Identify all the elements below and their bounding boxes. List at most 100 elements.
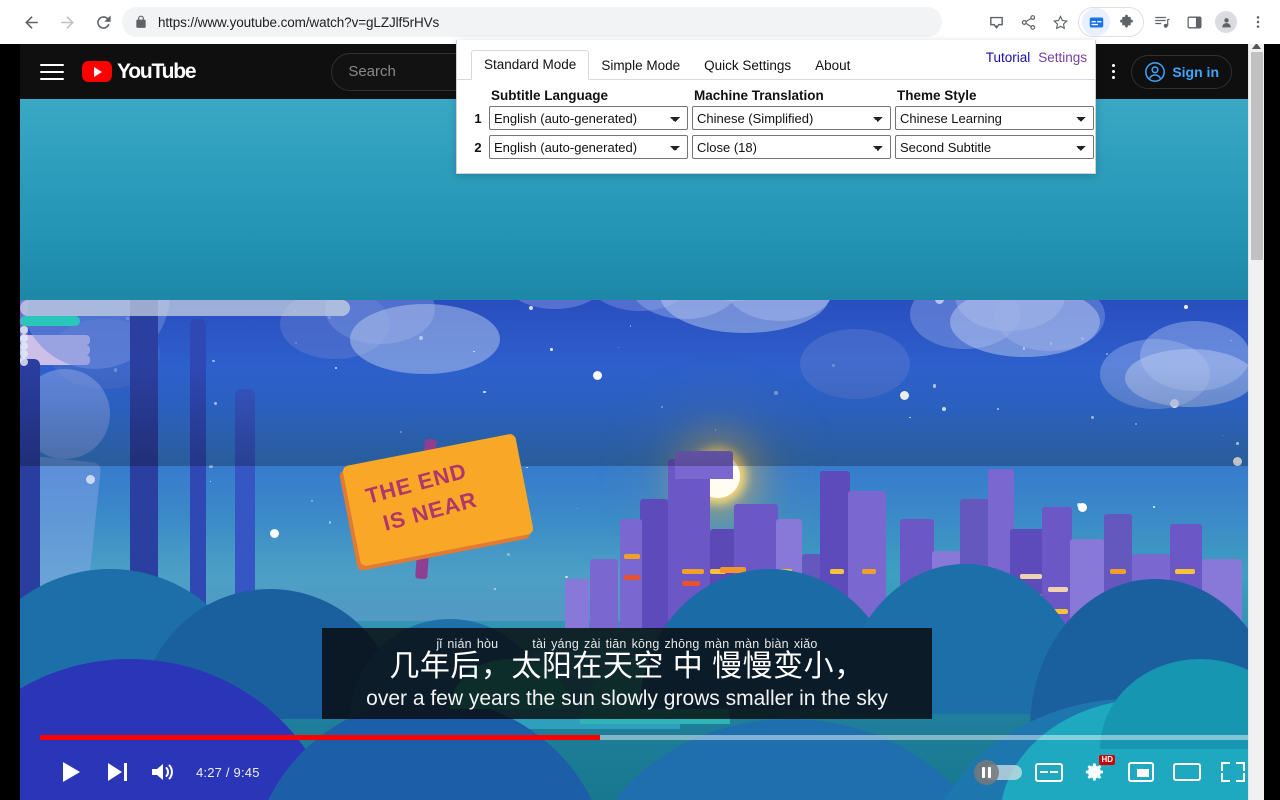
guide-menu-button[interactable] — [40, 63, 64, 80]
toggle-knob-pause-icon — [974, 760, 999, 785]
fullscreen-button[interactable] — [1210, 749, 1248, 795]
dual-subtitle-overlay: jǐ nián hòu tài yáng zài tiān kōng zhōng màn màn bi… — [322, 628, 932, 719]
page-scrollbar[interactable] — [1248, 40, 1264, 800]
hamburger-line — [40, 63, 64, 66]
dual-subtitle-toggle[interactable] — [974, 759, 1026, 785]
panel-tab-standard-mode[interactable]: Standard Mode — [471, 50, 590, 80]
back-arrow-icon — [24, 15, 38, 29]
profile-button[interactable] — [1212, 8, 1240, 36]
bokeh-dot — [20, 326, 28, 334]
subtitle-english-line: over a few years the sun slowly grows sm… — [366, 686, 888, 710]
install-app-icon — [989, 16, 1003, 29]
subtitle-language-select-1[interactable]: English (auto-generated)Close (18) — [489, 106, 688, 130]
theater-mode-button[interactable] — [1164, 749, 1210, 795]
progress-played — [40, 735, 600, 740]
side-panel-button[interactable] — [1180, 8, 1208, 36]
video-player-stage[interactable]: THE END IS NEAR jǐ nián hòu tài yáng zài tiān k… — [20, 99, 1248, 800]
bokeh-dot — [20, 350, 28, 358]
theme-style-select-2[interactable]: Chinese LearningSecond Subtitle — [895, 135, 1094, 159]
next-icon — [107, 763, 127, 781]
scrollbar-thumb[interactable] — [1251, 52, 1263, 260]
volume-button[interactable] — [140, 749, 186, 795]
cc-icon — [1035, 762, 1063, 782]
media-queue-button[interactable] — [1148, 8, 1176, 36]
panel-rows: 1English (auto-generated)Close (18)Chine… — [467, 106, 1094, 159]
row-index: 2 — [474, 139, 482, 155]
address-bar[interactable]: https://www.youtube.com/watch?v=gLZJlf5r… — [122, 7, 942, 37]
back-button[interactable] — [16, 7, 46, 37]
controls-scrim — [20, 366, 1248, 466]
youtube-logo[interactable]: YouTube — [82, 59, 197, 84]
bokeh-dot — [20, 342, 28, 350]
miniplayer-icon — [1128, 762, 1154, 782]
toolbar-actions — [982, 0, 1272, 44]
share-icon — [1021, 14, 1035, 30]
subtitle-row: 2English (auto-generated)Close (18)Chine… — [467, 135, 1094, 159]
bokeh-dot — [20, 358, 28, 366]
kebab-menu-icon — [1256, 16, 1260, 28]
masthead-right: Sign in — [1101, 54, 1248, 89]
subtitle-extension-icon — [1089, 17, 1103, 27]
panel-column-headers: Subtitle Language Machine Translation Th… — [467, 88, 1085, 106]
youtube-play-icon — [82, 61, 112, 82]
the-end-is-near-sign: THE END IS NEAR — [341, 433, 535, 580]
window-right-edge — [1264, 0, 1280, 800]
panel-links: Tutorial Settings — [986, 50, 1087, 65]
subtitle-row: 1English (auto-generated)Close (18)Chine… — [467, 106, 1094, 130]
reload-button[interactable] — [88, 7, 118, 37]
panel-link-settings[interactable]: Settings — [1038, 50, 1087, 65]
time-display: 4:27 / 9:45 — [196, 764, 260, 780]
water-streak — [20, 316, 80, 326]
player-control-bar: 4:27 / 9:45 HD — [40, 744, 1248, 800]
sign-in-label: Sign in — [1172, 63, 1219, 80]
miniplayer-button[interactable] — [1118, 749, 1164, 795]
col-theme-style: Theme Style — [895, 88, 1098, 106]
next-video-button[interactable] — [94, 749, 140, 795]
theater-icon — [1173, 763, 1201, 781]
profile-avatar-icon — [1215, 11, 1237, 33]
bookmark-button[interactable] — [1046, 8, 1074, 36]
play-icon — [62, 762, 80, 782]
panel-link-tutorial[interactable]: Tutorial — [986, 50, 1031, 65]
row-index: 1 — [474, 110, 482, 126]
forward-button[interactable] — [52, 7, 82, 37]
player-controls-right: HD — [974, 749, 1248, 795]
video-progress-bar[interactable] — [40, 735, 1248, 740]
play-button[interactable] — [48, 749, 94, 795]
extensions-button[interactable] — [1112, 8, 1140, 36]
col-subtitle-language: Subtitle Language — [489, 88, 692, 106]
youtube-logo-text: YouTube — [117, 59, 197, 83]
theme-style-select-1-cell: Chinese LearningSecond Subtitle — [895, 106, 1098, 130]
col-machine-translation: Machine Translation — [692, 88, 895, 106]
settings-button[interactable]: HD — [1072, 749, 1118, 795]
machine-translation-select-2-cell: Chinese (Simplified)Close (18) — [692, 135, 895, 159]
subtitle-language-select-2[interactable]: English (auto-generated)Close (18) — [489, 135, 688, 159]
hamburger-line — [40, 70, 64, 73]
water-highlight — [20, 300, 350, 316]
machine-translation-select-1[interactable]: Chinese (Simplified)Close (18) — [692, 106, 891, 130]
column-header-machine-translation: Machine Translation — [694, 88, 824, 103]
side-panel-icon — [1186, 16, 1202, 28]
machine-translation-select-2[interactable]: Chinese (Simplified)Close (18) — [692, 135, 891, 159]
panel-tab-simple-mode[interactable]: Simple Mode — [589, 52, 692, 80]
subtitle-chinese-line: 几年后，太阳在天空 中 慢慢变小， — [389, 649, 865, 683]
column-header-subtitle-language: Subtitle Language — [491, 88, 609, 103]
subtitle-language-select-1-cell: English (auto-generated)Close (18) — [489, 106, 692, 130]
subtitle-extension-button[interactable] — [1082, 8, 1110, 36]
captions-button[interactable] — [1026, 749, 1072, 795]
sign-in-button[interactable]: Sign in — [1131, 54, 1232, 89]
extension-pill — [1078, 7, 1144, 37]
hamburger-line — [40, 77, 64, 80]
panel-grid: Subtitle Language Machine Translation Th… — [457, 80, 1095, 159]
screen-root: THE END IS NEAR jǐ nián hòu tài yáng zài tiān k… — [0, 0, 1280, 800]
puzzle-extensions-icon — [1119, 14, 1133, 27]
install-app-button[interactable] — [982, 8, 1010, 36]
chrome-menu-button[interactable] — [1244, 8, 1272, 36]
share-button[interactable] — [1014, 8, 1042, 36]
column-header-theme-style: Theme Style — [897, 88, 977, 103]
player-controls-left: 4:27 / 9:45 — [40, 749, 260, 795]
youtube-more-menu-icon[interactable] — [1101, 55, 1125, 89]
theme-style-select-1[interactable]: Chinese LearningSecond Subtitle — [895, 106, 1094, 130]
panel-tab-quick-settings[interactable]: Quick Settings — [692, 52, 803, 80]
panel-tab-about[interactable]: About — [803, 52, 862, 80]
